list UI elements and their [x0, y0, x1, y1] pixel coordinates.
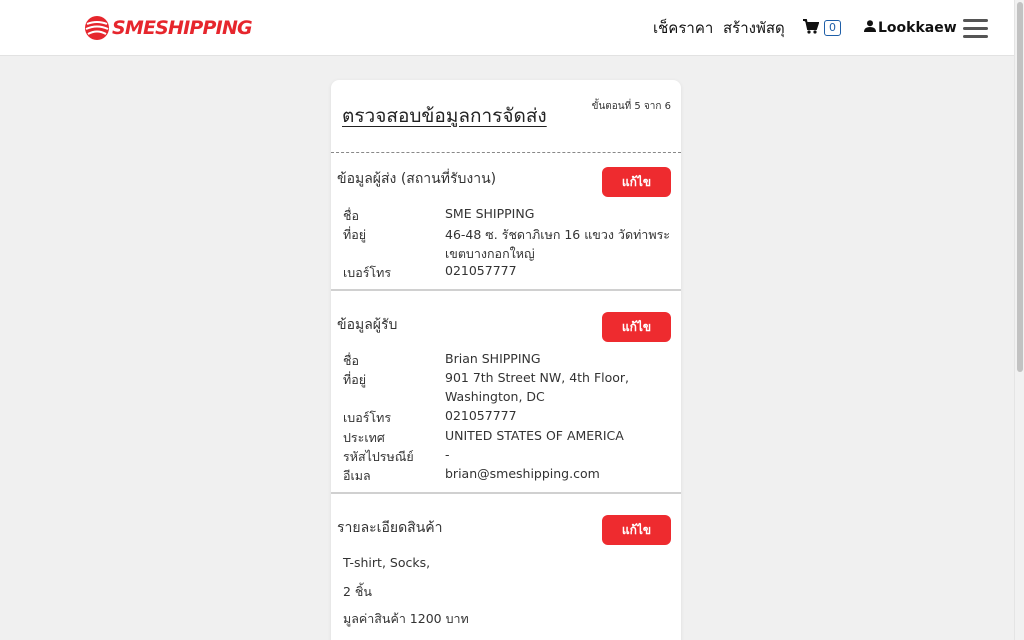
item-value: มูลค่าสินค้า 1200 บาท — [343, 611, 469, 626]
sender-address-label: ที่อยู่ — [343, 227, 367, 242]
sender-address-line2: เขตบางกอกใหญ่ — [445, 246, 535, 261]
sender-section-title: ข้อมูลผู้ส่ง (สถานที่รับงาน) — [337, 171, 497, 187]
top-navbar: SMESHIPPING เช็คราคา สร้างพัสดุ 0 Lookka… — [0, 0, 1014, 56]
page-title: ตรวจสอบข้อมูลการจัดส่ง — [342, 105, 547, 127]
receiver-address-label: ที่อยู่ — [343, 372, 367, 387]
receiver-name-value: Brian SHIPPING — [445, 351, 541, 366]
sender-phone-value: 021057777 — [445, 263, 517, 278]
receiver-address-line1: 901 7th Street NW, 4th Floor, — [445, 370, 630, 385]
sender-phone-label: เบอร์โทร — [343, 265, 392, 280]
nav-check-price[interactable]: เช็คราคา — [653, 0, 713, 56]
cart-count-badge: 0 — [824, 20, 841, 36]
receiver-phone-label: เบอร์โทร — [343, 410, 392, 425]
items-section-title: รายละเอียดสินค้า — [337, 520, 443, 536]
receiver-address-line2: Washington, DC — [445, 389, 545, 404]
step-indicator: ขั้นตอนที่ 5 จาก 6 — [591, 101, 671, 112]
user-name: Lookkaew — [878, 20, 957, 36]
shipping-review-card: ตรวจสอบข้อมูลการจัดส่ง ขั้นตอนที่ 5 จาก … — [331, 80, 681, 640]
brand-logo[interactable]: SMESHIPPING — [84, 12, 253, 44]
page-scrollbar[interactable] — [1014, 0, 1024, 640]
receiver-postcode-value: - — [445, 447, 450, 462]
receiver-email-label: อีเมล — [343, 468, 371, 483]
logo-text: SMESHIPPING — [112, 16, 253, 39]
receiver-country-label: ประเทศ — [343, 430, 385, 445]
receiver-phone-value: 021057777 — [445, 408, 517, 423]
section-divider — [331, 492, 681, 494]
receiver-name-label: ชื่อ — [343, 353, 359, 368]
globe-logo-icon — [84, 15, 110, 41]
sender-name-value: SME SHIPPING — [445, 206, 535, 221]
edit-sender-button[interactable]: แก้ไข — [602, 167, 671, 197]
receiver-email-value: brian@smeshipping.com — [445, 466, 600, 481]
user-icon — [864, 20, 876, 36]
receiver-country-value: UNITED STATES OF AMERICA — [445, 428, 624, 443]
sender-address-line1: 46-48 ซ. รัชดาภิเษก 16 แขวง วัดท่าพระ — [445, 227, 670, 242]
cart-icon — [803, 18, 820, 38]
nav-create-parcel[interactable]: สร้างพัสดุ — [723, 0, 785, 56]
item-quantity: 2 ชิ้น — [343, 584, 372, 599]
receiver-section-title: ข้อมูลผู้รับ — [337, 317, 398, 333]
title-divider — [331, 152, 681, 153]
nav-cart[interactable]: 0 — [803, 0, 841, 56]
receiver-postcode-label: รหัสไปรษณีย์ — [343, 449, 414, 464]
section-divider — [331, 289, 681, 291]
edit-items-button[interactable]: แก้ไข — [602, 515, 671, 545]
sender-name-label: ชื่อ — [343, 208, 359, 223]
item-description: T-shirt, Socks, — [343, 555, 431, 570]
hamburger-menu-icon[interactable] — [963, 19, 988, 38]
nav-user-account[interactable]: Lookkaew — [864, 0, 957, 56]
scrollbar-thumb[interactable] — [1017, 2, 1023, 372]
edit-receiver-button[interactable]: แก้ไข — [602, 312, 671, 342]
